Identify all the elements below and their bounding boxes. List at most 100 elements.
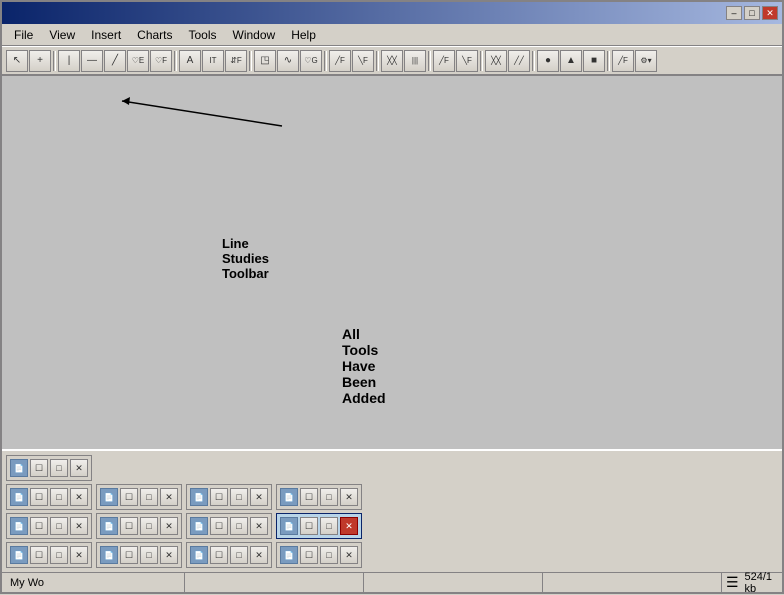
task-restore-btn[interactable]: ☐ (300, 488, 318, 506)
menu-tools[interactable]: Tools (181, 26, 225, 44)
task-restore-btn[interactable]: ☐ (210, 488, 228, 506)
task-restore-btn[interactable]: ☐ (120, 517, 138, 535)
task-group-1-1: 📄 ☐ □ ✕ (6, 455, 92, 481)
task-restore-btn[interactable]: ☐ (300, 546, 318, 564)
vertical-line-btn[interactable]: | (58, 50, 80, 72)
task-close-btn[interactable]: ✕ (70, 459, 88, 477)
settings-dropdown-btn[interactable]: ⚙▾ (635, 50, 657, 72)
status-kb-icon: ☰ (726, 574, 739, 591)
task-minimize-btn[interactable]: □ (50, 459, 68, 477)
line-studies-toolbar: ↖ + | — ╱ ♡E ♡F A IT ⇵F ◳ ∿ ♡G ╱F ╲F ╳╳ … (2, 46, 782, 76)
toolj-btn[interactable]: ╱╱ (508, 50, 530, 72)
tooli-btn[interactable]: ╳╳ (485, 50, 507, 72)
task-close-btn[interactable]: ✕ (340, 488, 358, 506)
toolbar-sep8 (532, 51, 535, 71)
toolbar-sep2 (174, 51, 177, 71)
tool1-btn[interactable]: ♡E (127, 50, 149, 72)
task-close-btn[interactable]: ✕ (250, 546, 268, 564)
crosshair-btn[interactable]: + (29, 50, 51, 72)
menu-window[interactable]: Window (225, 26, 284, 44)
task-restore-btn[interactable]: ☐ (30, 546, 48, 564)
task-icon: 📄 (10, 546, 28, 564)
task-minimize-btn[interactable]: □ (50, 488, 68, 506)
status-info: 524/1 kb (745, 571, 773, 595)
task-close-btn[interactable]: ✕ (250, 488, 268, 506)
rectangle-btn[interactable]: ■ (583, 50, 605, 72)
task-restore-btn[interactable]: ☐ (30, 517, 48, 535)
toole-btn[interactable]: ╲F (352, 50, 374, 72)
task-restore-btn[interactable]: ☐ (30, 459, 48, 477)
task-icon: 📄 (190, 517, 208, 535)
task-minimize-btn[interactable]: □ (140, 546, 158, 564)
toolf-btn[interactable]: ||| (404, 50, 426, 72)
horizontal-line-btn[interactable]: — (81, 50, 103, 72)
annotation-text: Line Studies Toolbar (222, 236, 269, 281)
toolg-btn[interactable]: ╱F (433, 50, 455, 72)
toolc-btn[interactable]: ♡G (300, 50, 322, 72)
task-close-btn[interactable]: ✕ (160, 517, 178, 535)
toolbar-sep6 (428, 51, 431, 71)
task-close-btn[interactable]: ✕ (70, 517, 88, 535)
task-icon: 📄 (100, 488, 118, 506)
triangle-btn[interactable]: ◳ (254, 50, 276, 72)
task-minimize-btn[interactable]: □ (230, 517, 248, 535)
menu-view[interactable]: View (41, 26, 83, 44)
task-group-3-3: 📄 ☐ □ ✕ (186, 513, 272, 539)
task-close-btn[interactable]: ✕ (160, 488, 178, 506)
maximize-button[interactable]: □ (744, 6, 760, 20)
menu-charts[interactable]: Charts (129, 26, 180, 44)
task-minimize-btn[interactable]: □ (320, 546, 338, 564)
task-group-3-2: 📄 ☐ □ ✕ (96, 513, 182, 539)
toolb-btn[interactable]: ⇵F (225, 50, 247, 72)
task-restore-btn[interactable]: ☐ (120, 546, 138, 564)
menu-file[interactable]: File (6, 26, 41, 44)
ellipse-btn[interactable]: ● (537, 50, 559, 72)
task-icon: 📄 (280, 517, 298, 535)
toolh-btn[interactable]: ╲F (456, 50, 478, 72)
menu-help[interactable]: Help (283, 26, 324, 44)
task-minimize-btn[interactable]: □ (50, 517, 68, 535)
task-restore-btn[interactable]: ☐ (210, 517, 228, 535)
grid-btn[interactable]: ╳╳ (381, 50, 403, 72)
close-button[interactable]: ✕ (762, 6, 778, 20)
toola-btn[interactable]: IT (202, 50, 224, 72)
tool2-btn[interactable]: ♡F (150, 50, 172, 72)
task-close-btn-red[interactable]: ✕ (340, 517, 358, 535)
task-minimize-btn[interactable]: □ (230, 488, 248, 506)
task-group-3-4: 📄 ☐ □ ✕ (276, 513, 362, 539)
task-close-btn[interactable]: ✕ (70, 488, 88, 506)
task-icon: 📄 (280, 488, 298, 506)
task-restore-btn[interactable]: ☐ (30, 488, 48, 506)
task-minimize-btn[interactable]: □ (140, 488, 158, 506)
task-close-btn[interactable]: ✕ (340, 546, 358, 564)
task-minimize-btn[interactable]: □ (320, 488, 338, 506)
task-close-btn[interactable]: ✕ (160, 546, 178, 564)
taskbar-row-1: 📄 ☐ □ ✕ (6, 455, 778, 481)
task-minimize-btn[interactable]: □ (140, 517, 158, 535)
menu-bar: File View Insert Charts Tools Window Hel… (2, 24, 782, 46)
bottom-taskbar-area: 📄 ☐ □ ✕ 📄 ☐ □ ✕ 📄 ☐ □ ✕ 📄 ☐ (2, 449, 782, 572)
task-minimize-btn[interactable]: □ (320, 517, 338, 535)
task-icon: 📄 (10, 517, 28, 535)
wave-btn[interactable]: ∿ (277, 50, 299, 72)
task-minimize-btn[interactable]: □ (230, 546, 248, 564)
title-bar: – □ ✕ (2, 2, 782, 24)
trend-line-btn[interactable]: ╱ (104, 50, 126, 72)
toolm-btn[interactable]: ╱F (612, 50, 634, 72)
main-window: – □ ✕ File View Insert Charts Tools Wind… (0, 0, 784, 594)
task-restore-btn[interactable]: ☐ (120, 488, 138, 506)
toold-btn[interactable]: ╱F (329, 50, 351, 72)
task-close-btn[interactable]: ✕ (250, 517, 268, 535)
task-close-btn[interactable]: ✕ (70, 546, 88, 564)
menu-insert[interactable]: Insert (83, 26, 129, 44)
task-icon: 📄 (190, 488, 208, 506)
status-workspace-text: My Wo (10, 577, 44, 589)
cursor-tool-btn[interactable]: ↖ (6, 50, 28, 72)
task-minimize-btn[interactable]: □ (50, 546, 68, 564)
text-btn[interactable]: A (179, 50, 201, 72)
task-restore-btn[interactable]: ☐ (210, 546, 228, 564)
task-restore-btn[interactable]: ☐ (300, 517, 318, 535)
triangle-shape-btn[interactable]: ▲ (560, 50, 582, 72)
minimize-button[interactable]: – (726, 6, 742, 20)
task-group-4-3: 📄 ☐ □ ✕ (186, 542, 272, 568)
